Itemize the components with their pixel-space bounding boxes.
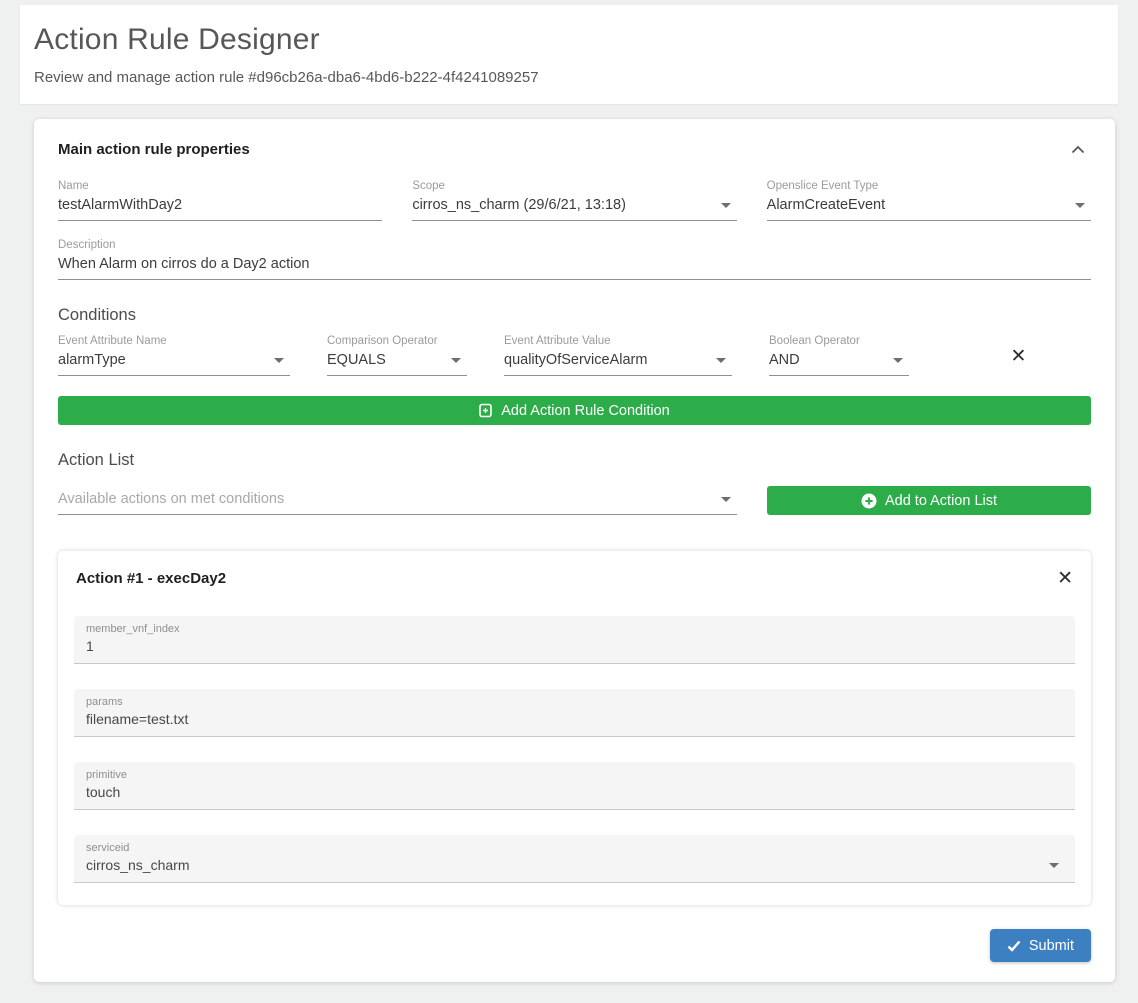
chevron-down-icon: [451, 358, 461, 363]
field-label: primitive: [86, 769, 1063, 781]
page-header: Action Rule Designer Review and manage a…: [20, 5, 1118, 104]
field-value: cirros_ns_charm: [86, 857, 189, 873]
chevron-down-icon: [1049, 863, 1059, 868]
field-value: 1: [86, 638, 94, 654]
event-attribute-value-select[interactable]: Event Attribute Value qualityOfServiceAl…: [504, 335, 732, 376]
event-type-select[interactable]: Openslice Event Type AlarmCreateEvent: [767, 180, 1091, 221]
boolean-operator-value: AND: [769, 352, 800, 368]
chevron-down-icon: [721, 203, 731, 208]
field-value: filename=test.txt: [86, 711, 188, 727]
available-actions-placeholder: Available actions on met conditions: [58, 491, 284, 507]
event-attribute-name-select[interactable]: Event Attribute Name alarmType: [58, 335, 290, 376]
page-subtitle: Review and manage action rule #d96cb26a-…: [34, 69, 1104, 86]
page-title: Action Rule Designer: [34, 23, 1104, 57]
boolean-operator-select[interactable]: Boolean Operator AND: [769, 335, 909, 376]
description-value: When Alarm on cirros do a Day2 action: [58, 256, 309, 272]
action-field-primitive[interactable]: primitive touch: [74, 762, 1075, 810]
comparison-operator-value: EQUALS: [327, 352, 386, 368]
event-type-value: AlarmCreateEvent: [767, 197, 885, 213]
chevron-down-icon: [1075, 203, 1085, 208]
event-attribute-value-label: Event Attribute Value: [504, 335, 732, 347]
chevron-down-icon: [721, 497, 731, 502]
condition-row: Event Attribute Name alarmType Compariso…: [58, 335, 1091, 376]
chevron-down-icon: [716, 358, 726, 363]
action-list-heading: Action List: [58, 451, 1091, 470]
name-label: Name: [58, 180, 382, 192]
chevron-down-icon: [893, 358, 903, 363]
add-to-action-list-button[interactable]: Add to Action List: [767, 486, 1091, 515]
chevron-up-icon: [1071, 141, 1085, 158]
action-field-member-vnf-index[interactable]: member_vnf_index 1: [74, 616, 1075, 664]
add-condition-button[interactable]: Add Action Rule Condition: [58, 396, 1091, 425]
name-field[interactable]: Name testAlarmWithDay2: [58, 180, 382, 221]
collapse-panel-button[interactable]: [1065, 141, 1091, 158]
action-field-params[interactable]: params filename=test.txt: [74, 689, 1075, 737]
description-field[interactable]: Description When Alarm on cirros do a Da…: [58, 239, 1091, 280]
remove-action-button[interactable]: ✕: [1057, 569, 1073, 588]
scope-label: Scope: [412, 180, 736, 192]
action-field-serviceid-select[interactable]: serviceid cirros_ns_charm: [74, 835, 1075, 883]
submit-label: Submit: [1029, 938, 1074, 954]
scope-value: cirros_ns_charm (29/6/21, 13:18): [412, 197, 626, 213]
remove-condition-button[interactable]: ✕: [1011, 347, 1027, 366]
name-value: testAlarmWithDay2: [58, 197, 182, 213]
add-condition-label: Add Action Rule Condition: [501, 403, 669, 419]
boolean-operator-label: Boolean Operator: [769, 335, 909, 347]
conditions-heading: Conditions: [58, 306, 1091, 325]
check-icon: [1007, 940, 1021, 952]
field-value: touch: [86, 784, 120, 800]
close-icon: ✕: [1057, 568, 1073, 589]
add-note-icon: [479, 403, 492, 418]
description-label: Description: [58, 239, 1091, 251]
event-type-label: Openslice Event Type: [767, 180, 1091, 192]
field-label: serviceid: [86, 842, 1063, 854]
field-label: params: [86, 696, 1063, 708]
scope-select[interactable]: Scope cirros_ns_charm (29/6/21, 13:18): [412, 180, 736, 221]
field-label: member_vnf_index: [86, 623, 1063, 635]
event-attribute-name-label: Event Attribute Name: [58, 335, 290, 347]
plus-circle-icon: [861, 493, 877, 509]
close-icon: ✕: [1011, 346, 1027, 367]
comparison-operator-select[interactable]: Comparison Operator EQUALS: [327, 335, 467, 376]
action-card-title: Action #1 - execDay2: [76, 570, 226, 587]
main-rule-card: Main action rule properties Name testAla…: [34, 119, 1115, 982]
chevron-down-icon: [274, 358, 284, 363]
comparison-operator-label: Comparison Operator: [327, 335, 467, 347]
main-card-title: Main action rule properties: [58, 141, 250, 158]
add-to-action-list-label: Add to Action List: [885, 493, 997, 509]
action-card: Action #1 - execDay2 ✕ member_vnf_index …: [58, 551, 1091, 905]
event-attribute-value-value: qualityOfServiceAlarm: [504, 352, 647, 368]
available-actions-select[interactable]: Available actions on met conditions: [58, 486, 737, 515]
event-attribute-name-value: alarmType: [58, 352, 126, 368]
submit-button[interactable]: Submit: [990, 929, 1091, 962]
